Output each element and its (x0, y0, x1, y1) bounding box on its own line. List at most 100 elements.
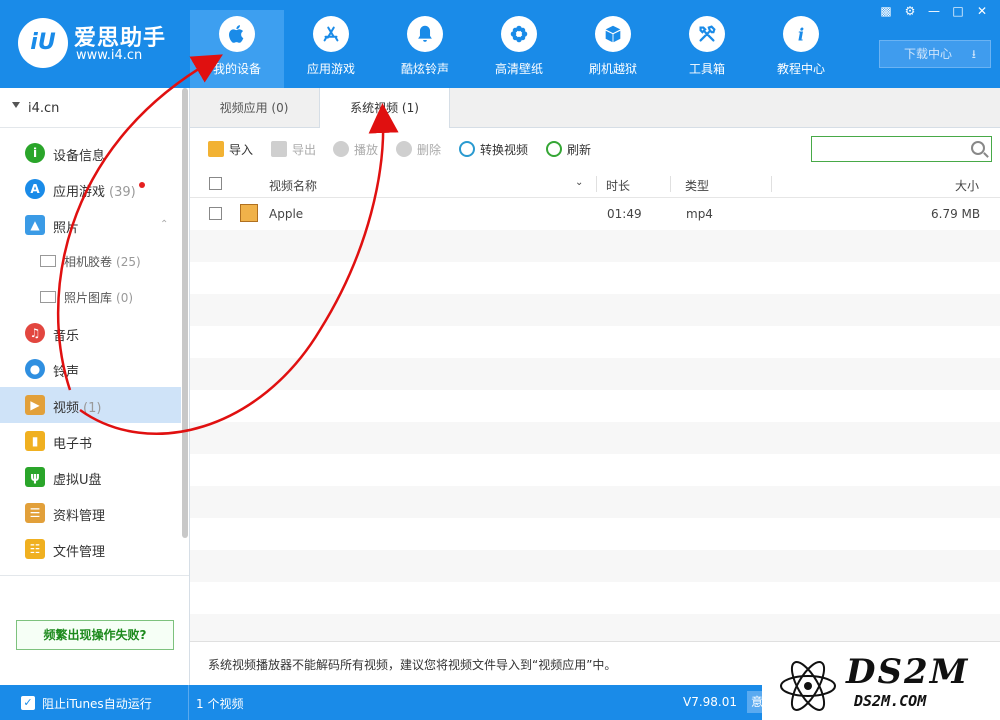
empty-row (190, 422, 1000, 454)
empty-row (190, 262, 1000, 294)
column-separator (596, 176, 597, 192)
table-row[interactable]: Apple 01:49 mp4 6.79 MB (190, 198, 1000, 230)
empty-row (190, 486, 1000, 518)
notice-text: 系统视频播放器不能解码所有视频，建议您将视频文件导入到“视频应用”中。 (208, 658, 617, 672)
sidebar-item-file-management[interactable]: ☷ 文件管理 (0, 531, 181, 567)
music-icon: ♫ (25, 323, 45, 343)
block-itunes-checkbox[interactable]: ✓ (21, 696, 35, 710)
help-operation-failed-button[interactable]: 频繁出现操作失败? (16, 620, 174, 650)
shirt-icon[interactable]: ▩ (876, 3, 896, 19)
nav-label: 教程中心 (776, 62, 825, 76)
maximize-icon[interactable]: □ (948, 3, 968, 19)
tab-system-videos[interactable]: 系统视频 (1) (319, 88, 450, 129)
column-header-size[interactable]: 大小 (955, 177, 979, 194)
sidebar-item-label: 应用游戏 (53, 185, 106, 200)
nav-label: 我的设备 (212, 62, 261, 76)
search-icon[interactable] (971, 141, 985, 155)
nav-ringtones[interactable]: 酷炫铃声 (378, 10, 472, 88)
sidebar-item-ebooks[interactable]: ▮ 电子书 (0, 423, 181, 459)
download-center-button[interactable]: 下载中心 ⭳ (879, 40, 991, 68)
app-store-icon (313, 16, 349, 52)
refresh-label: 刷新 (567, 142, 592, 157)
column-header-name[interactable]: 视频名称 (269, 177, 317, 194)
chevron-down-icon[interactable]: ⌄ (575, 177, 583, 188)
tab-bar: 视频应用 (0) 系统视频 (1) (190, 88, 1000, 129)
video-type: mp4 (686, 207, 713, 221)
nav-label: 刷机越狱 (588, 62, 637, 76)
sidebar-item-count: (39) (109, 185, 136, 200)
sidebar-item-count: (25) (116, 255, 141, 269)
album-icon (40, 255, 56, 267)
import-label: 导入 (229, 142, 254, 157)
info-icon: i (25, 143, 45, 163)
column-header-duration[interactable]: 时长 (606, 177, 630, 194)
import-button[interactable]: 导入 (208, 140, 253, 158)
sidebar-item-label: 虚拟U盘 (53, 473, 102, 488)
search-input[interactable] (811, 136, 992, 162)
usb-icon: ψ (25, 467, 45, 487)
column-separator (670, 176, 671, 192)
sidebar-item-label-wrap: 应用游戏 (39) (53, 181, 145, 200)
book-icon: ▮ (25, 431, 45, 451)
sidebar-item-label: 电子书 (53, 437, 93, 452)
video-file-icon (240, 204, 258, 222)
nav-wallpapers[interactable]: 高清壁纸 (472, 10, 566, 88)
sidebar-item-videos[interactable]: ▶ 视频 (1) (0, 387, 181, 423)
sidebar-item-ringtones[interactable]: ● 铃声 (0, 351, 181, 387)
sidebar-item-label: 铃声 (53, 365, 80, 380)
sidebar-item-music[interactable]: ♫ 音乐 (0, 315, 181, 351)
gear-icon[interactable]: ⚙ (900, 3, 920, 19)
delete-icon (396, 141, 412, 157)
delete-button[interactable]: 删除 (396, 140, 441, 158)
block-itunes-label[interactable]: 阻止iTunes自动运行 (42, 695, 152, 712)
row-checkbox[interactable] (209, 207, 222, 220)
sidebar-item-label-wrap: 照片图库 (0) (64, 289, 133, 306)
empty-row (190, 614, 1000, 641)
nav-label: 酷炫铃声 (400, 62, 449, 76)
play-button[interactable]: 播放 (333, 140, 378, 158)
nav-apps-games[interactable]: 应用游戏 (284, 10, 378, 88)
tab-video-apps[interactable]: 视频应用 (0) (190, 88, 318, 128)
play-label: 播放 (354, 142, 379, 157)
sidebar-item-device-info[interactable]: i 设备信息 (0, 135, 181, 171)
sidebar-item-label-wrap: 视频 (1) (53, 397, 101, 416)
sidebar-item-label-wrap: 相机胶卷 (25) (64, 253, 141, 270)
convert-video-button[interactable]: 转换视频 (459, 140, 528, 158)
import-icon (208, 141, 224, 157)
nav-label: 高清壁纸 (494, 62, 543, 76)
flower-icon (501, 16, 537, 52)
empty-row (190, 326, 1000, 358)
nav-my-device[interactable]: 我的设备 (190, 10, 284, 88)
sidebar-item-apps[interactable]: A 应用游戏 (39) (0, 171, 181, 207)
nav-toolbox[interactable]: 工具箱 (660, 10, 754, 88)
device-selector[interactable]: i4.cn (0, 88, 181, 128)
column-header-type[interactable]: 类型 (685, 177, 709, 194)
empty-row (190, 294, 1000, 326)
bell-icon: ● (25, 359, 45, 379)
sidebar-item-virtual-usb[interactable]: ψ 虚拟U盘 (0, 459, 181, 495)
download-icon: ⭳ (971, 47, 976, 61)
apple-icon (219, 16, 255, 52)
sidebar-item-photo-library[interactable]: 照片图库 (0) (0, 279, 181, 315)
export-button[interactable]: 导出 (271, 140, 316, 158)
refresh-icon (546, 141, 562, 157)
refresh-button[interactable]: 刷新 (546, 140, 591, 158)
minimize-icon[interactable]: — (924, 3, 944, 19)
select-all-checkbox[interactable] (209, 177, 222, 190)
sidebar-item-label: 资料管理 (53, 509, 106, 524)
sidebar-scrollbar[interactable] (182, 88, 188, 538)
svg-text:i: i (798, 25, 804, 44)
notification-dot (138, 182, 145, 188)
close-icon[interactable]: ✕ (972, 3, 992, 19)
empty-row (190, 582, 1000, 614)
divider (0, 575, 189, 576)
nav-tutorials[interactable]: i 教程中心 (754, 10, 848, 88)
sidebar-item-camera-roll[interactable]: 相机胶卷 (25) (0, 243, 181, 279)
chevron-up-icon[interactable]: ⌃ (160, 219, 168, 230)
sidebar-item-label: 照片图库 (64, 291, 113, 305)
nav-flash-jailbreak[interactable]: 刷机越狱 (566, 10, 660, 88)
export-label: 导出 (292, 142, 317, 157)
sidebar-item-data-management[interactable]: ☰ 资料管理 (0, 495, 181, 531)
sidebar-item-photos[interactable]: ▲ 照片 ⌃ (0, 207, 181, 243)
window-controls: ▩ ⚙ — □ ✕ (876, 3, 992, 19)
